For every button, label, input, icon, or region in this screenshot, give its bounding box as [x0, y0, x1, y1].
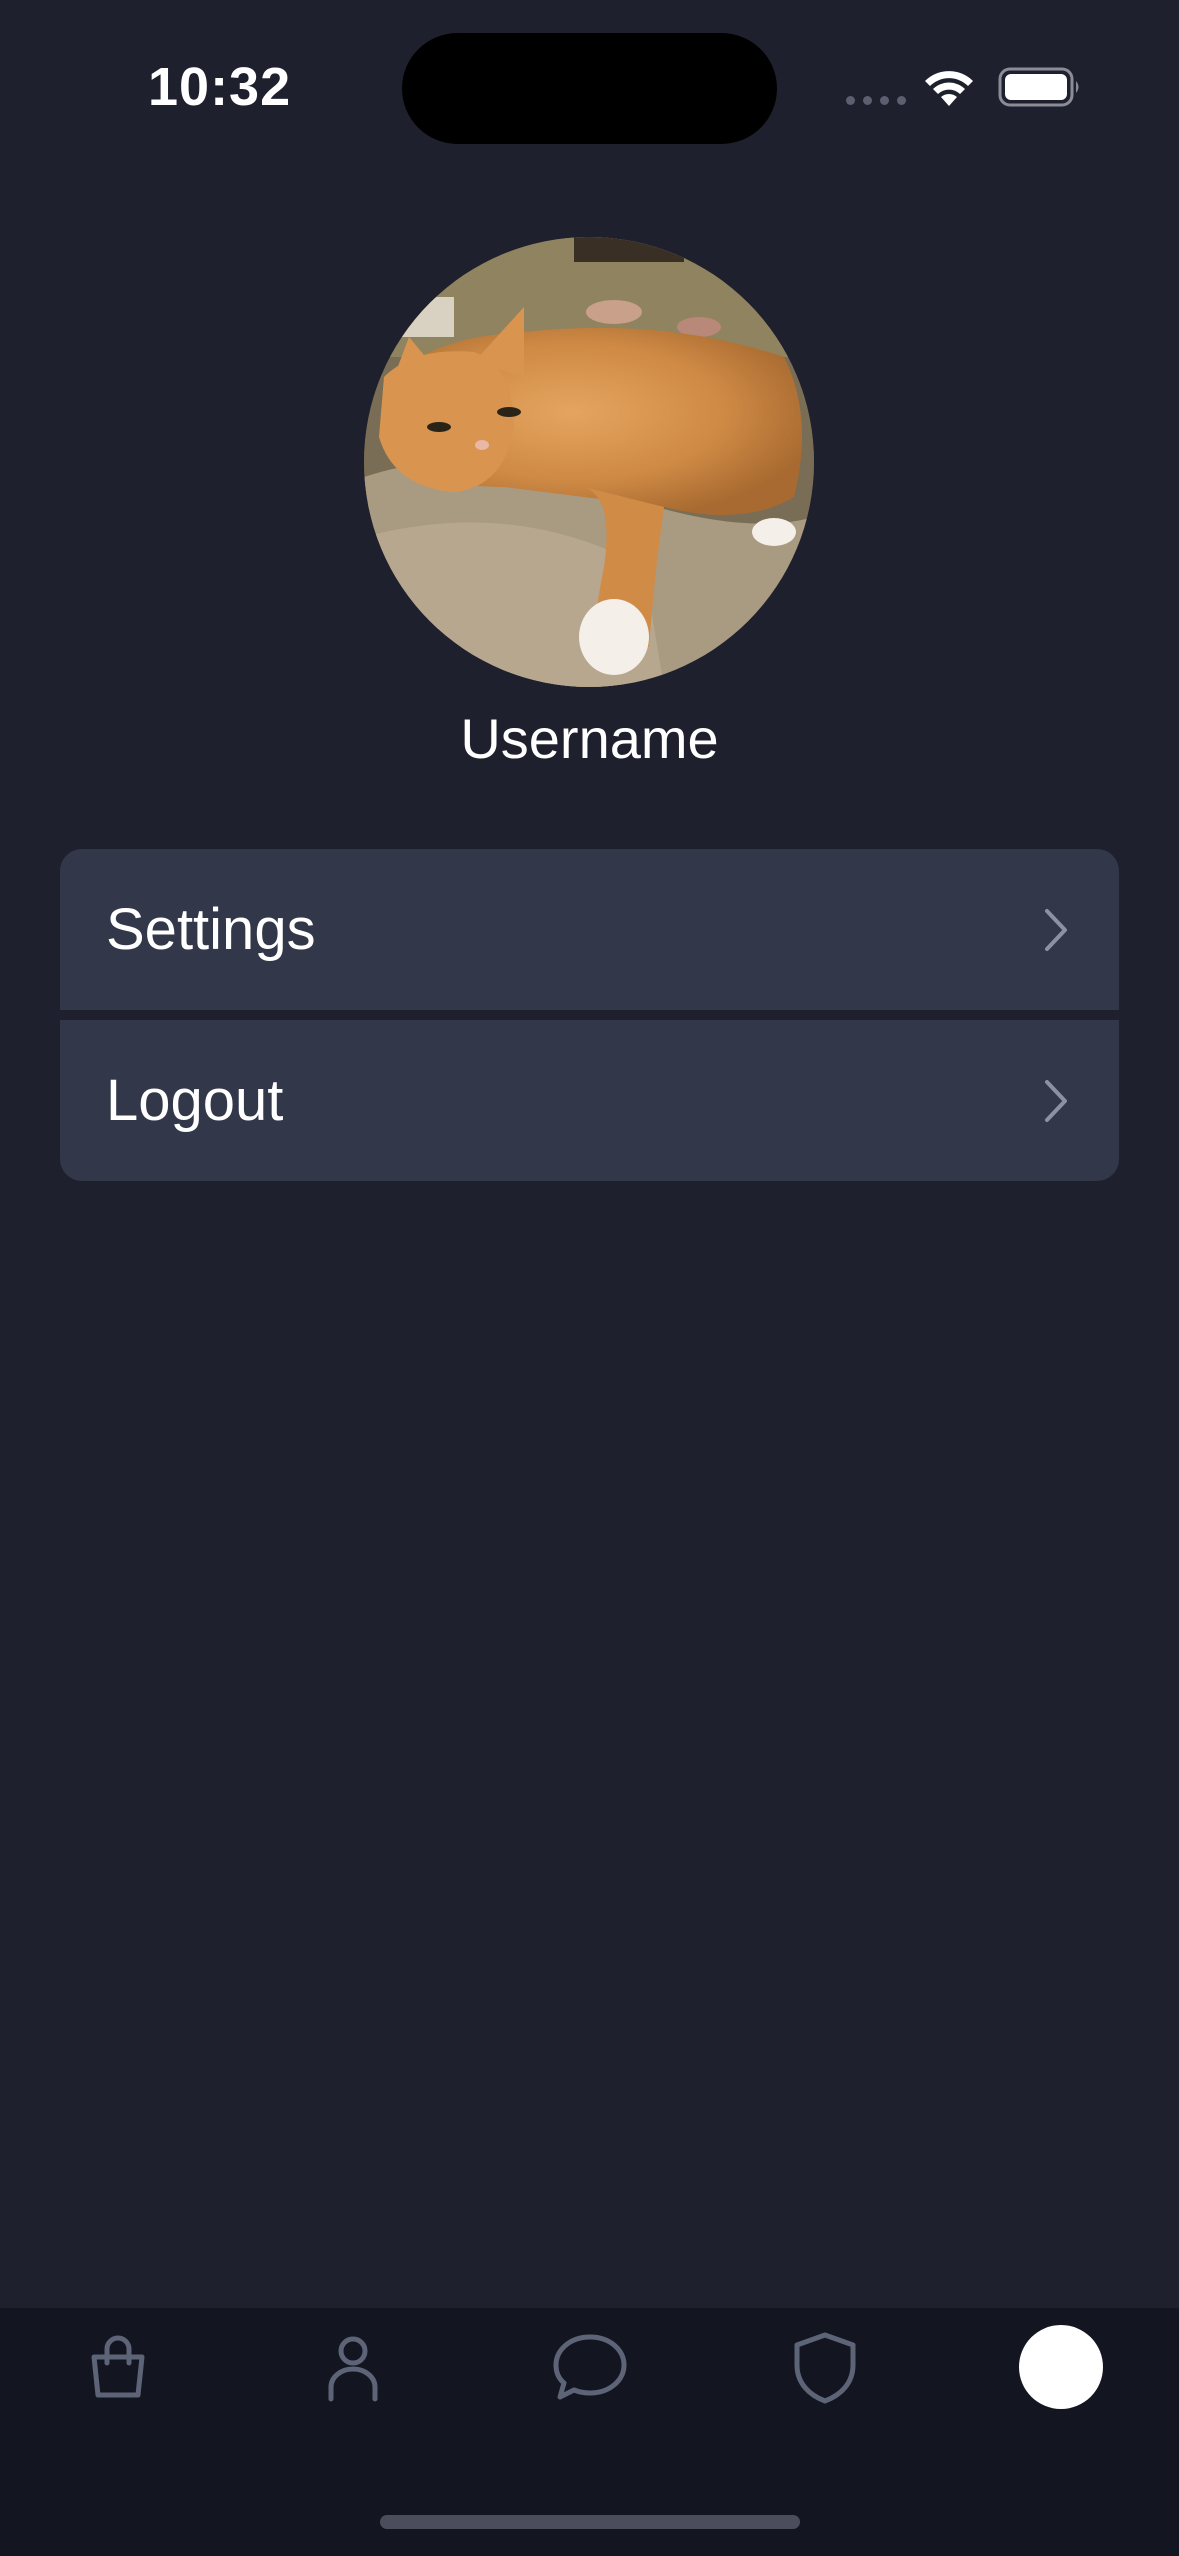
- settings-label: Settings: [106, 897, 316, 962]
- home-indicator[interactable]: [380, 2515, 800, 2529]
- shopping-bag-icon: [91, 2335, 145, 2398]
- cat-photo: [364, 237, 814, 687]
- status-time: 10:32: [148, 57, 292, 117]
- chevron-right-icon: [1045, 1079, 1067, 1122]
- logout-row[interactable]: Logout: [60, 1020, 1119, 1181]
- tab-profile[interactable]: [1006, 2322, 1116, 2412]
- avatar[interactable]: [364, 237, 814, 687]
- person-icon: [328, 2336, 378, 2402]
- dynamic-island: [402, 33, 777, 144]
- chat-bubble-icon: [553, 2334, 627, 2400]
- username: Username: [460, 707, 719, 770]
- tab-chat[interactable]: [535, 2322, 645, 2412]
- profile-dot-icon: [1019, 2325, 1103, 2409]
- settings-row[interactable]: Settings: [60, 849, 1119, 1010]
- tab-shield[interactable]: [770, 2322, 880, 2412]
- tab-shop[interactable]: [63, 2322, 173, 2412]
- wifi-icon: [925, 71, 973, 106]
- shield-icon: [794, 2332, 856, 2404]
- tab-person[interactable]: [298, 2322, 408, 2412]
- cellular-signal-icon: [846, 96, 906, 105]
- battery-icon: [998, 67, 1079, 107]
- logout-label: Logout: [106, 1068, 284, 1133]
- chevron-right-icon: [1045, 908, 1067, 951]
- profile-menu: Settings Logout: [60, 849, 1119, 1181]
